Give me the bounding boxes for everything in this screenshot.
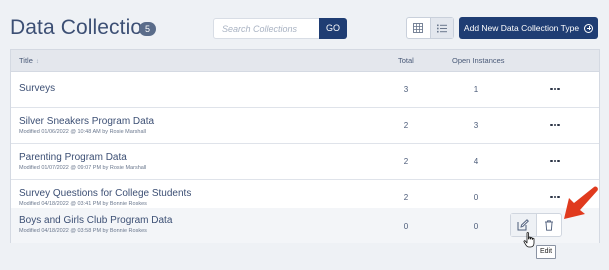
row-modified: Modified 01/07/2022 @ 09:07 PM by Rosie … <box>19 165 147 171</box>
sort-icon: ↕ <box>35 59 39 65</box>
row-title[interactable]: Survey Questions for College Students <box>19 188 191 199</box>
row-title[interactable]: Silver Sneakers Program Data <box>19 116 154 127</box>
search-input[interactable] <box>213 18 320 39</box>
row-modified: Modified 04/18/2022 @ 03:41 PM by Bonnie… <box>19 201 147 207</box>
row-total: 2 <box>403 121 409 130</box>
column-header-total: Total <box>398 56 414 65</box>
edit-tooltip: Edit <box>536 245 556 259</box>
table-row[interactable]: Silver Sneakers Program Data Modified 01… <box>11 109 599 144</box>
row-open-instances: 4 <box>473 157 479 166</box>
row-title[interactable]: Parenting Program Data <box>19 152 127 163</box>
grid-icon <box>413 23 424 33</box>
table-row[interactable]: Boys and Girls Club Program Data Modifie… <box>11 208 599 243</box>
edit-icon <box>517 219 530 231</box>
count-badge: 5 <box>139 22 156 36</box>
add-new-data-collection-type-button[interactable]: Add New Data Collection Type <box>459 17 598 39</box>
grid-view-button[interactable] <box>407 18 430 38</box>
page: Data Collection 5 GO Add New D <box>0 0 609 270</box>
row-total: 0 <box>403 222 409 231</box>
row-open-instances: 3 <box>473 121 479 130</box>
view-toggle <box>406 17 454 39</box>
data-collection-table: Title ↕ Total Open Instances Surveys 3 1 … <box>10 49 600 243</box>
more-dots-icon[interactable] <box>547 120 563 130</box>
more-dots-icon[interactable] <box>547 84 563 94</box>
column-header-title[interactable]: Title ↕ <box>19 50 39 73</box>
row-title[interactable]: Surveys <box>19 83 55 94</box>
more-dots-icon[interactable] <box>547 156 563 166</box>
row-open-instances: 0 <box>473 222 479 231</box>
hand-pointer-icon <box>523 232 535 248</box>
row-total: 2 <box>403 193 409 202</box>
row-total: 3 <box>403 85 409 94</box>
plus-circle-icon <box>584 23 594 33</box>
column-header-title-label: Title <box>19 56 33 65</box>
row-open-instances: 0 <box>473 193 479 202</box>
row-modified: Modified 04/18/2022 @ 03:58 PM by Bonnie… <box>19 228 147 234</box>
go-button[interactable]: GO <box>319 18 347 39</box>
column-header-open-instances: Open Instances <box>452 56 505 65</box>
row-modified: Modified 01/06/2022 @ 10:48 AM by Rosie … <box>19 129 146 135</box>
add-button-label: Add New Data Collection Type <box>463 23 580 33</box>
list-icon <box>436 24 447 32</box>
table-row[interactable]: Parenting Program Data Modified 01/07/20… <box>11 145 599 180</box>
table-row[interactable]: Surveys 3 1 <box>11 73 599 108</box>
list-view-button[interactable] <box>429 18 453 38</box>
row-open-instances: 1 <box>473 85 479 94</box>
page-title: Data Collection <box>10 16 154 39</box>
red-arrow-icon <box>564 186 598 219</box>
trash-icon <box>544 219 553 231</box>
row-total: 2 <box>403 157 409 166</box>
row-title[interactable]: Boys and Girls Club Program Data <box>19 215 172 226</box>
table-header: Title ↕ Total Open Instances <box>11 50 599 72</box>
